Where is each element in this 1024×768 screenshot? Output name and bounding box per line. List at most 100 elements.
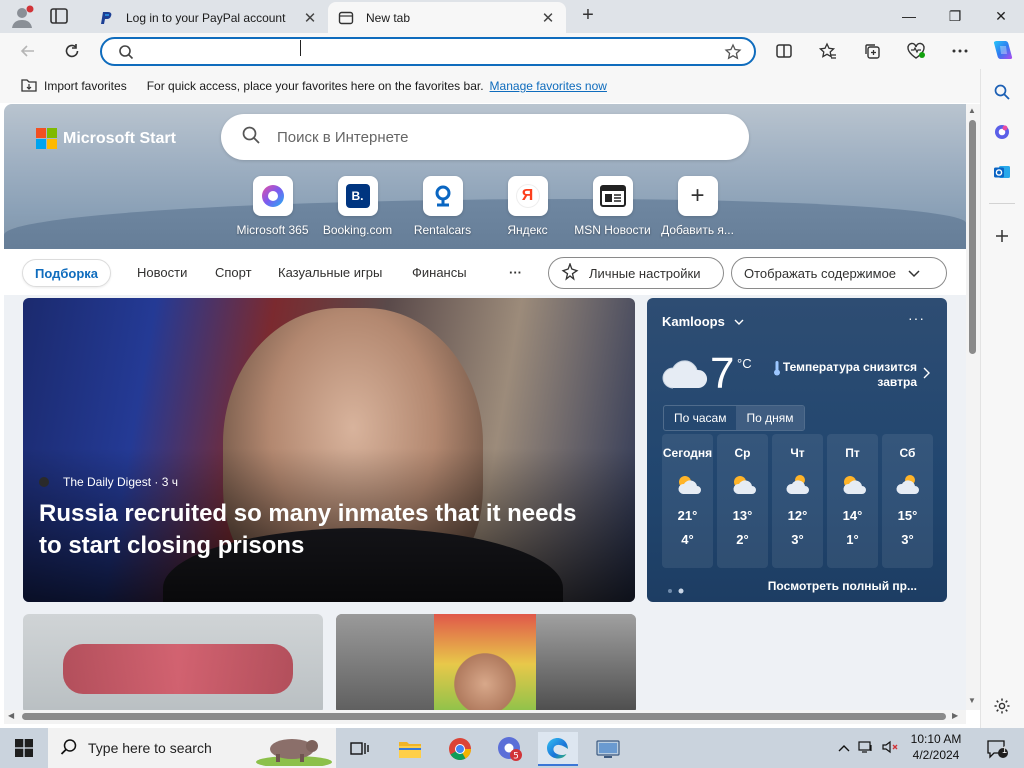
- minimize-button[interactable]: —: [886, 0, 932, 32]
- web-search-input[interactable]: Поиск в Интернете: [277, 129, 409, 146]
- feed-tab-selected[interactable]: Подборка: [22, 259, 112, 287]
- tab-close-button[interactable]: ✕: [302, 9, 318, 27]
- file-explorer-icon[interactable]: [390, 732, 430, 766]
- close-window-button[interactable]: ✕: [978, 0, 1024, 32]
- text-cursor: [300, 40, 302, 56]
- profile-icon[interactable]: [8, 4, 36, 30]
- taskbar-search[interactable]: Type here to search: [48, 728, 336, 768]
- day-name: Пт: [845, 446, 860, 460]
- weather-note[interactable]: Температура снизится завтра: [775, 360, 917, 390]
- scroll-right-icon[interactable]: ▶: [952, 711, 958, 720]
- temperature-unit[interactable]: °C: [737, 356, 752, 371]
- microsoft-start-logo[interactable]: Microsoft Start: [36, 128, 176, 149]
- tab-paypal[interactable]: Log in to your PayPal account ✕: [88, 2, 328, 33]
- carousel-dots[interactable]: [667, 583, 689, 597]
- personalize-button[interactable]: Личные настройки: [548, 257, 724, 289]
- forecast-day[interactable]: Пт 14° 1°: [827, 434, 878, 568]
- forecast-day[interactable]: Ср 13° 2°: [717, 434, 768, 568]
- scroll-left-icon[interactable]: ◀: [8, 711, 14, 720]
- start-button[interactable]: [0, 728, 48, 768]
- chevron-right-icon[interactable]: [923, 366, 931, 382]
- quick-link-msn-news[interactable]: MSN Новости: [570, 176, 655, 237]
- feed-tab-finance[interactable]: Финансы: [412, 259, 467, 287]
- tab-actions-icon[interactable]: [48, 6, 70, 26]
- search-icon: [118, 44, 134, 63]
- edge-icon[interactable]: [538, 732, 578, 766]
- feed-tab-news[interactable]: Новости: [137, 259, 187, 287]
- chevron-down-icon: [734, 314, 744, 329]
- restore-button[interactable]: ❐: [932, 0, 978, 32]
- scrollbar-thumb[interactable]: [969, 120, 976, 354]
- quick-link-add[interactable]: + Добавить я...: [655, 176, 740, 237]
- weather-location[interactable]: Kamloops: [662, 314, 744, 329]
- tab-hourly[interactable]: По часам: [664, 406, 736, 430]
- network-icon[interactable]: [858, 740, 874, 757]
- web-search-box[interactable]: Поиск в Интернете: [221, 114, 749, 160]
- favorites-icon[interactable]: [816, 39, 840, 63]
- tab-daily[interactable]: По дням: [736, 406, 804, 430]
- task-view-icon[interactable]: [340, 732, 380, 766]
- forecast-day[interactable]: Сб 15° 3°: [882, 434, 933, 568]
- feed-more-button[interactable]: ···: [509, 259, 522, 287]
- system-tray: [838, 728, 900, 768]
- taskbar-search-input[interactable]: Type here to search: [88, 740, 212, 756]
- manage-favorites-link[interactable]: Manage favorites now: [490, 79, 607, 93]
- sidebar-microsoft365-icon[interactable]: [991, 121, 1013, 143]
- import-favorites-button[interactable]: Import favorites: [14, 77, 127, 96]
- clock[interactable]: 10:10 AM 4/2/2024: [906, 731, 966, 763]
- feed-tab-casual-games[interactable]: Казуальные игры: [278, 259, 382, 287]
- feed-tab-sport[interactable]: Спорт: [215, 259, 252, 287]
- scroll-down-icon[interactable]: ▼: [968, 696, 976, 705]
- forecast-day[interactable]: Сегодня 21° 4°: [662, 434, 713, 568]
- weather-card[interactable]: Kamloops ··· 7 °C Температура снизится з…: [647, 298, 947, 602]
- network-app-icon[interactable]: [588, 732, 628, 766]
- sidebar-search-icon[interactable]: [991, 81, 1013, 103]
- split-screen-icon[interactable]: [772, 39, 796, 63]
- favorites-bar: Import favorites For quick access, place…: [0, 69, 1024, 103]
- full-forecast-link[interactable]: Посмотреть полный пр...: [768, 579, 917, 593]
- copilot-icon[interactable]: [990, 37, 1016, 63]
- tab-new-tab[interactable]: New tab ✕: [328, 2, 566, 33]
- notifications-icon[interactable]: 1: [978, 732, 1016, 766]
- top-story-card[interactable]: The Daily Digest · 3 ч Russia recruited …: [23, 298, 635, 602]
- day-name: Сегодня: [662, 446, 713, 460]
- sidebar-add-icon[interactable]: [991, 225, 1013, 247]
- weather-menu-button[interactable]: ···: [908, 310, 925, 326]
- refresh-icon[interactable]: [60, 39, 84, 63]
- vertical-scrollbar[interactable]: ▲ ▼: [966, 104, 980, 710]
- quick-link-yandex[interactable]: Я Яндекс: [485, 176, 570, 237]
- story-headline[interactable]: Russia recruited so many inmates that it…: [39, 498, 599, 562]
- quick-link-rentalcars[interactable]: Rentalcars: [400, 176, 485, 237]
- collections-icon[interactable]: [860, 39, 884, 63]
- scroll-up-icon[interactable]: ▲: [968, 106, 976, 115]
- weather-city: Kamloops: [662, 314, 725, 329]
- quick-link-booking[interactable]: B. Booking.com: [315, 176, 400, 237]
- favorite-star-icon[interactable]: [724, 43, 742, 64]
- chrome-icon[interactable]: [440, 732, 480, 766]
- chevron-up-icon[interactable]: [838, 741, 850, 755]
- more-options-icon[interactable]: [948, 39, 972, 63]
- show-content-dropdown[interactable]: Отображать содержимое: [731, 257, 947, 289]
- story-image-panel: [536, 614, 636, 710]
- current-temperature: 7: [710, 349, 735, 398]
- tab-close-button[interactable]: ✕: [540, 9, 556, 27]
- sidebar-settings-icon[interactable]: [991, 695, 1013, 717]
- story-card[interactable]: [336, 614, 636, 710]
- tab-title: New tab: [366, 10, 411, 25]
- browser-window: Log in to your PayPal account ✕ New tab …: [0, 0, 1024, 768]
- browser-essentials-icon[interactable]: [904, 39, 928, 63]
- scrollbar-thumb[interactable]: [22, 713, 946, 720]
- forecast-day[interactable]: Чт 12° 3°: [772, 434, 823, 568]
- back-icon[interactable]: [16, 39, 40, 63]
- partly-sunny-icon: [827, 472, 878, 496]
- sidebar-outlook-icon[interactable]: [991, 161, 1013, 183]
- horizontal-scrollbar[interactable]: ◀ ▶: [4, 710, 966, 724]
- story-image-panel: [336, 614, 434, 710]
- new-tab-button[interactable]: +: [576, 4, 600, 28]
- chrome-profile-icon[interactable]: 5: [490, 732, 530, 766]
- temp-low: 3°: [901, 532, 914, 547]
- quick-link-microsoft365[interactable]: Microsoft 365: [230, 176, 315, 237]
- volume-muted-icon[interactable]: [882, 740, 900, 757]
- story-card[interactable]: [23, 614, 323, 710]
- address-bar[interactable]: [100, 37, 756, 66]
